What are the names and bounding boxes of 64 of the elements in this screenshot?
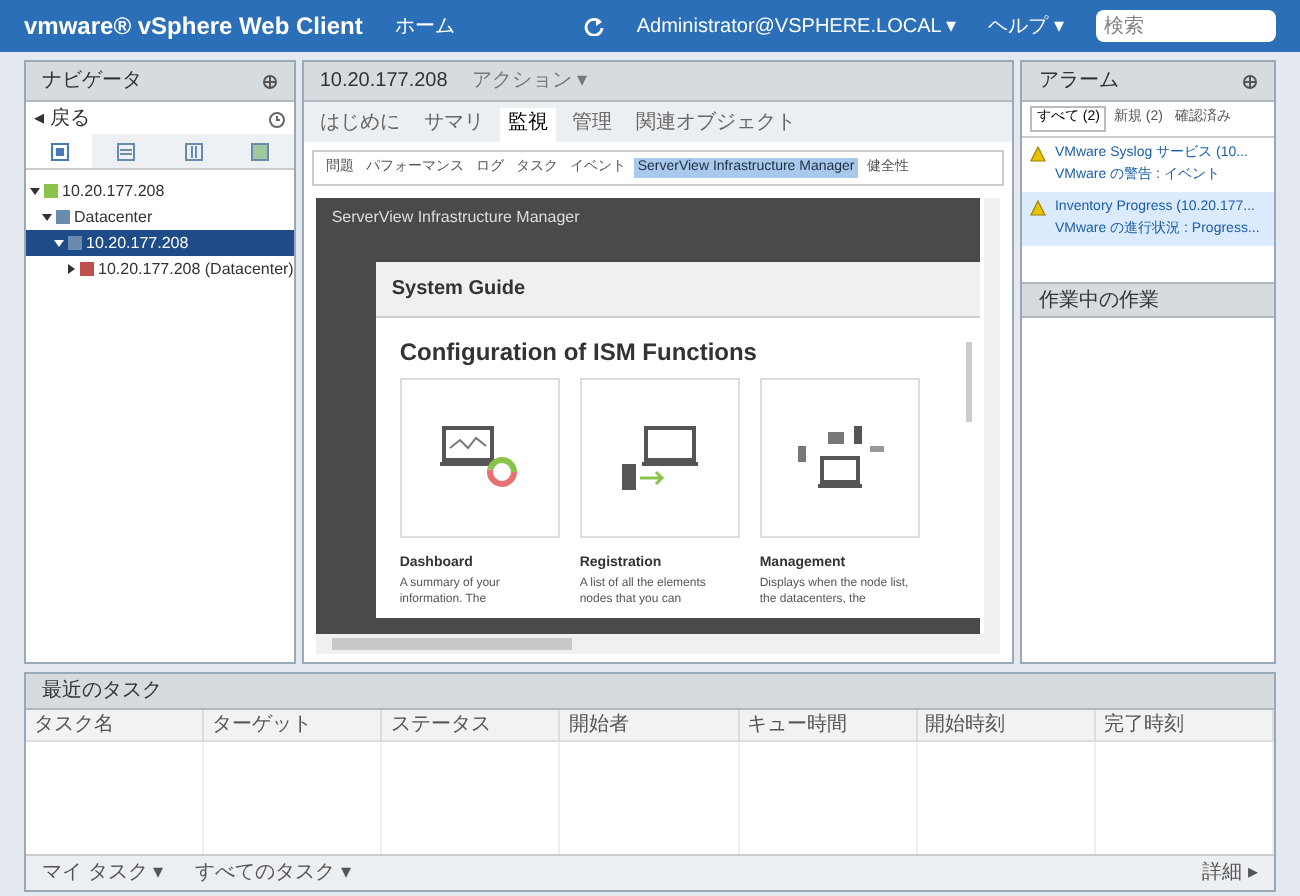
network-devices-drawing — [793, 422, 886, 494]
dialog-title: System Guide — [391, 276, 526, 304]
panel-title: アラーム — [1038, 68, 1121, 96]
refresh-icon[interactable] — [584, 16, 605, 36]
view-tab[interactable]: 関連オブジェクト — [627, 108, 804, 142]
view-tab[interactable]: 監視 — [499, 108, 556, 142]
product-logo: vmware® vSphere Web Client — [24, 10, 363, 44]
column-header[interactable]: 開始時刻 — [917, 710, 1096, 740]
inventory-tab[interactable] — [226, 134, 294, 168]
pin-icon[interactable] — [261, 73, 278, 89]
search-field[interactable]: 検索 — [1096, 10, 1276, 42]
laptop-device-drawing — [617, 424, 702, 492]
node-icon — [80, 262, 94, 276]
horizontal-scrollbar[interactable] — [315, 634, 1001, 654]
warning-icon — [1030, 146, 1047, 162]
tree-row[interactable]: Datacenter — [26, 204, 294, 230]
tree-row[interactable]: 10.20.177.208 — [26, 230, 294, 256]
column-header[interactable]: 完了時刻 — [1095, 710, 1274, 740]
tree-row[interactable]: 10.20.177.208 (Datacenter) — [26, 256, 294, 282]
inventory-tab[interactable] — [92, 134, 160, 168]
node-icon — [56, 210, 70, 224]
expanded-caret-icon[interactable] — [54, 238, 64, 248]
panel-title: ナビゲータ — [42, 68, 144, 96]
card-frame[interactable] — [399, 378, 560, 538]
view-tab[interactable]: サマリ — [415, 108, 492, 142]
tree-row[interactable]: 10.20.177.208 — [26, 178, 294, 204]
help-menu[interactable]: ヘルプ ▾ — [988, 11, 1064, 41]
node-icon — [44, 184, 58, 198]
card-frame[interactable] — [579, 378, 740, 538]
expanded-caret-icon[interactable] — [42, 212, 52, 222]
column-header[interactable]: ターゲット — [204, 710, 383, 740]
warning-icon — [1030, 200, 1047, 216]
more-link[interactable]: 詳細 ▸ — [1202, 858, 1258, 888]
view-tab[interactable]: はじめに — [311, 108, 408, 142]
inventory-view-icon — [183, 141, 204, 161]
home-link[interactable]: ホーム — [394, 11, 455, 41]
history-icon[interactable] — [267, 109, 286, 127]
collapsed-caret-icon[interactable] — [66, 264, 76, 274]
panel-title: 最近のタスク — [42, 677, 164, 706]
inventory-view-icon — [250, 141, 271, 161]
tree-label[interactable]: 10.20.177.208 — [86, 231, 189, 255]
back-button[interactable]: ◂ 戻る — [34, 103, 268, 133]
tree-label[interactable]: 10.20.177.208 (Datacenter) — [98, 257, 294, 281]
task-filter-dropdown[interactable]: マイ タスク ▾ — [42, 858, 164, 888]
panel-title: 作業中の作業 — [1038, 287, 1161, 315]
column-header[interactable]: 開始者 — [560, 710, 740, 740]
dialog-heading: Configuration of ISM Functions — [397, 336, 759, 370]
expanded-caret-icon[interactable] — [30, 186, 40, 196]
user-menu[interactable]: Administrator@VSPHERE.LOCAL ▾ — [636, 11, 957, 41]
app-title: ServerView Infrastructure Manager — [329, 206, 582, 230]
card-frame[interactable] — [759, 378, 920, 538]
tree-label[interactable]: Datacenter — [74, 205, 153, 229]
tree-label[interactable]: 10.20.177.208 — [62, 179, 165, 203]
monitor-chart-drawing — [439, 424, 520, 492]
inventory-view-icon — [116, 141, 137, 161]
column-header[interactable]: タスク名 — [26, 710, 205, 740]
object-title: 10.20.177.208 — [319, 68, 448, 96]
task-scope-dropdown[interactable]: すべてのタスク ▾ — [195, 858, 1171, 888]
inventory-view-icon — [49, 141, 70, 161]
pin-icon[interactable] — [1242, 73, 1258, 89]
column-header[interactable]: キュー時間 — [739, 710, 918, 740]
view-tab[interactable]: 管理 — [563, 108, 620, 142]
node-icon — [68, 236, 82, 250]
column-header[interactable]: ステータス — [382, 710, 561, 740]
